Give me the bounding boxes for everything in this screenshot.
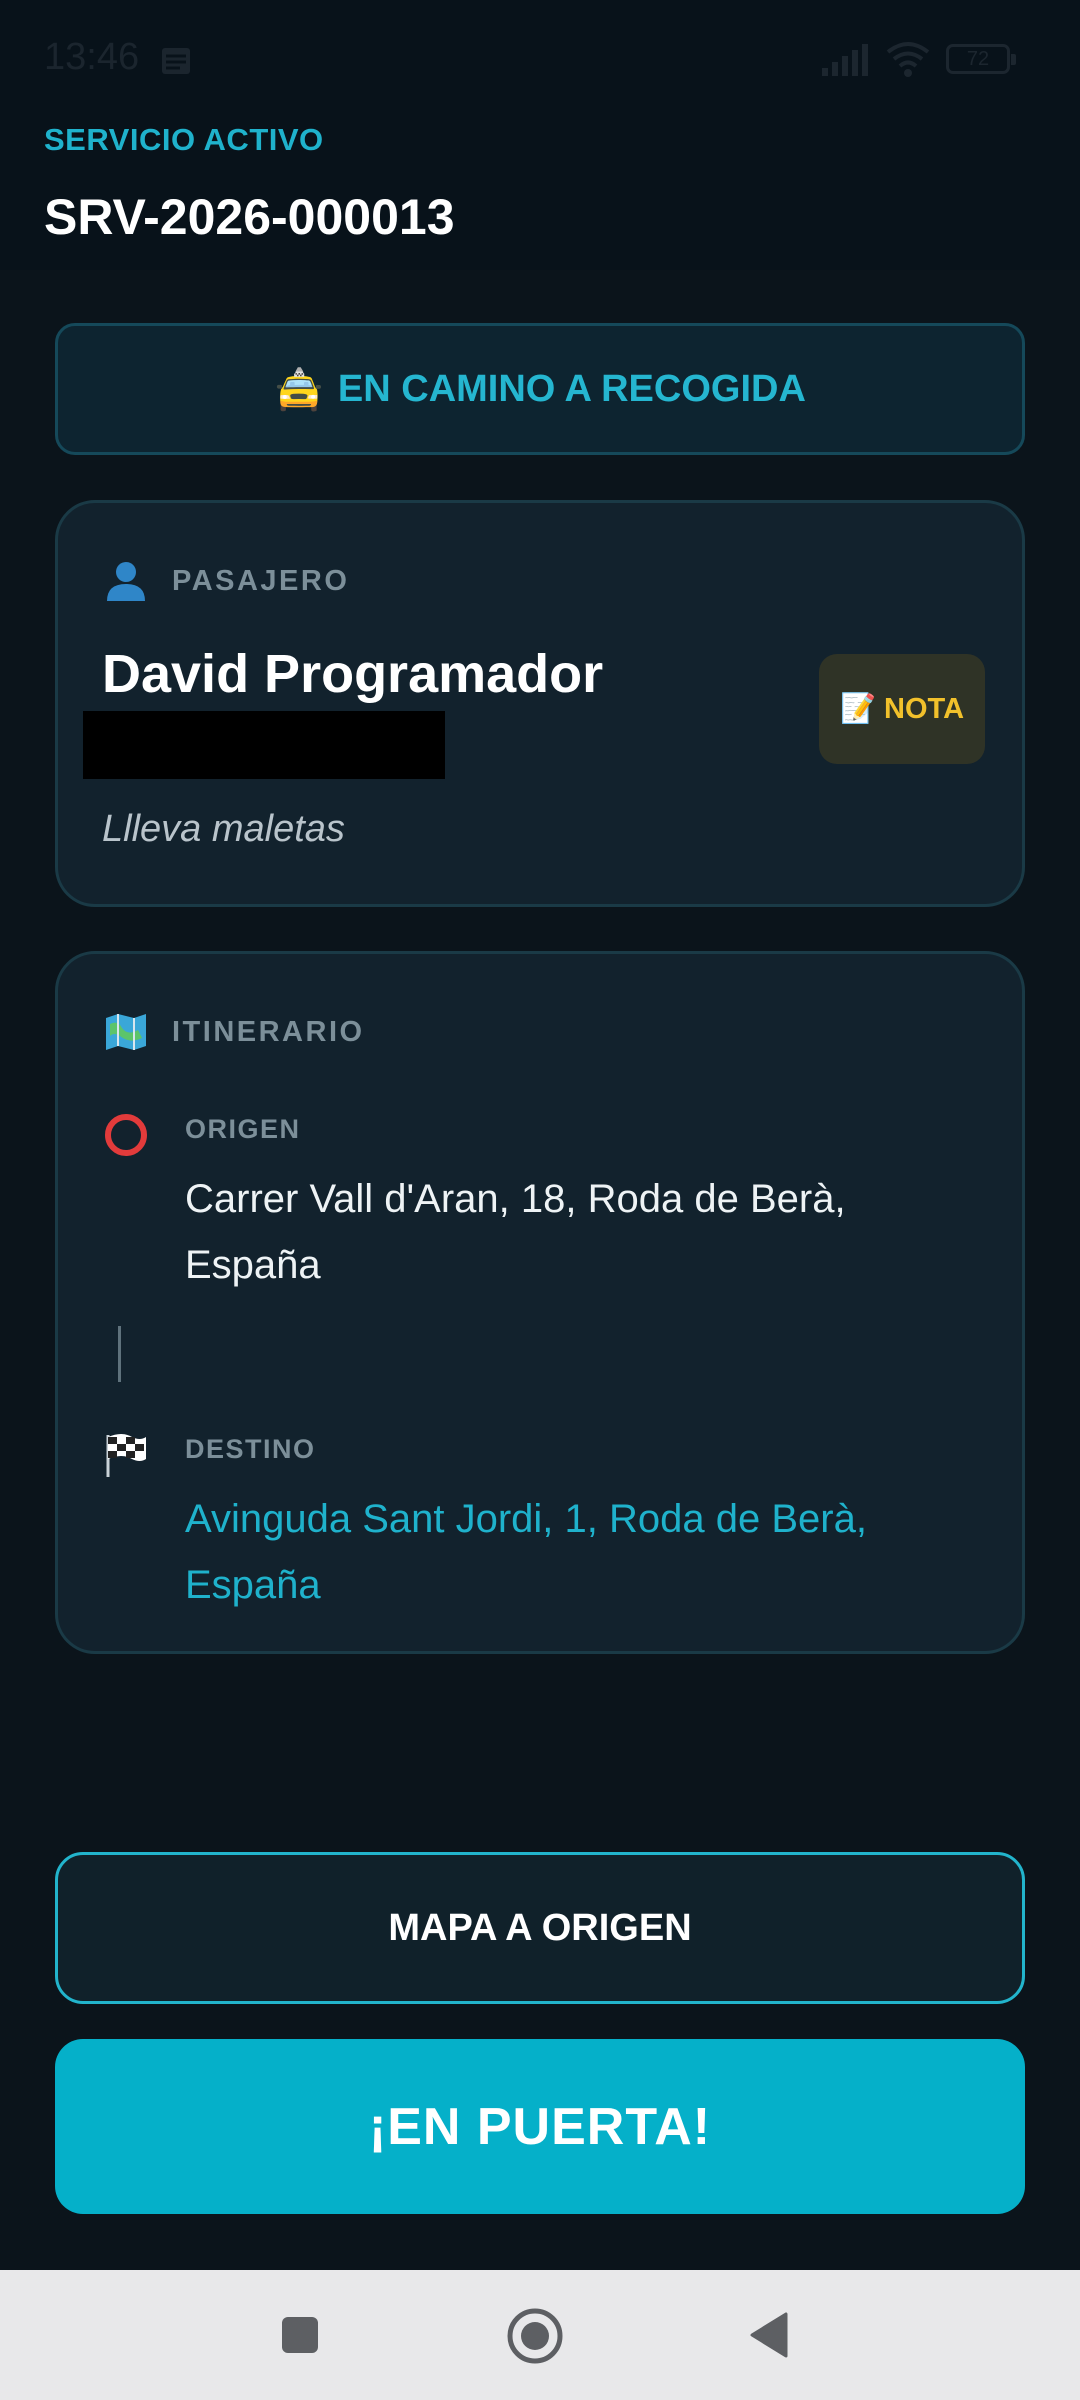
passenger-heading-label: PASAJERO [172,564,350,597]
passenger-note: Llleva maletas [102,808,345,850]
destination-label: DESTINO [185,1434,316,1464]
itinerary-heading-label: ITINERARIO [172,1015,365,1048]
origin-address: Carrer Vall d'Aran, 18, Roda de Berà, Es… [185,1177,846,1287]
home-icon[interactable] [506,2307,564,2365]
notification-app-icon [162,48,190,74]
note-button[interactable]: 📝 NOTA [819,654,985,764]
itinerary-card: ITINERARIO ORIGEN Carrer Vall d'Aran, 18… [55,951,1025,1654]
origin-label: ORIGEN [185,1114,301,1144]
passenger-card: PASAJERO David Programador Llleva maleta… [55,500,1025,907]
passenger-name: David Programador [102,644,604,704]
map-to-origin-button[interactable]: MAPA A ORIGEN [55,1852,1025,2004]
passenger-heading: PASAJERO [104,559,349,603]
at-door-button[interactable]: ¡EN PUERTA! [55,2039,1025,2214]
itinerary-heading: ITINERARIO [104,1010,365,1054]
wifi-icon [886,42,930,77]
route-connector-line [118,1326,121,1382]
recents-icon[interactable] [280,2315,320,2355]
back-icon[interactable] [748,2312,790,2358]
person-icon [107,562,145,601]
taxi-icon: 🚖 [274,367,324,412]
signal-icon [822,44,868,76]
map-icon [106,1014,146,1050]
app-screen: 13:46 72 SERVICIO ACTIVO SRV-2026-000013… [0,0,1080,2400]
status-bar: 13:46 72 [0,0,1080,120]
service-status-banner: 🚖 EN CAMINO A RECOGIDA [55,323,1025,455]
memo-icon: 📝 [839,693,877,725]
destination-address[interactable]: Avinguda Sant Jordi, 1, Roda de Berà, Es… [185,1486,975,1618]
status-label: EN CAMINO A RECOGIDA [337,367,806,410]
battery-level: 72 [966,48,990,70]
status-time: 13:46 [44,36,140,78]
checkered-flag-icon [106,1434,146,1477]
battery-icon: 72 [946,44,1016,74]
note-button-label: NOTA [884,692,965,725]
section-label: SERVICIO ACTIVO [44,122,324,157]
system-nav-bar [0,2270,1080,2400]
top-header: 13:46 72 SERVICIO ACTIVO SRV-2026-000013 [0,0,1080,270]
hollow-circle-icon [105,1114,147,1156]
service-id: SRV-2026-000013 [44,189,455,245]
redacted-phone [83,711,445,779]
